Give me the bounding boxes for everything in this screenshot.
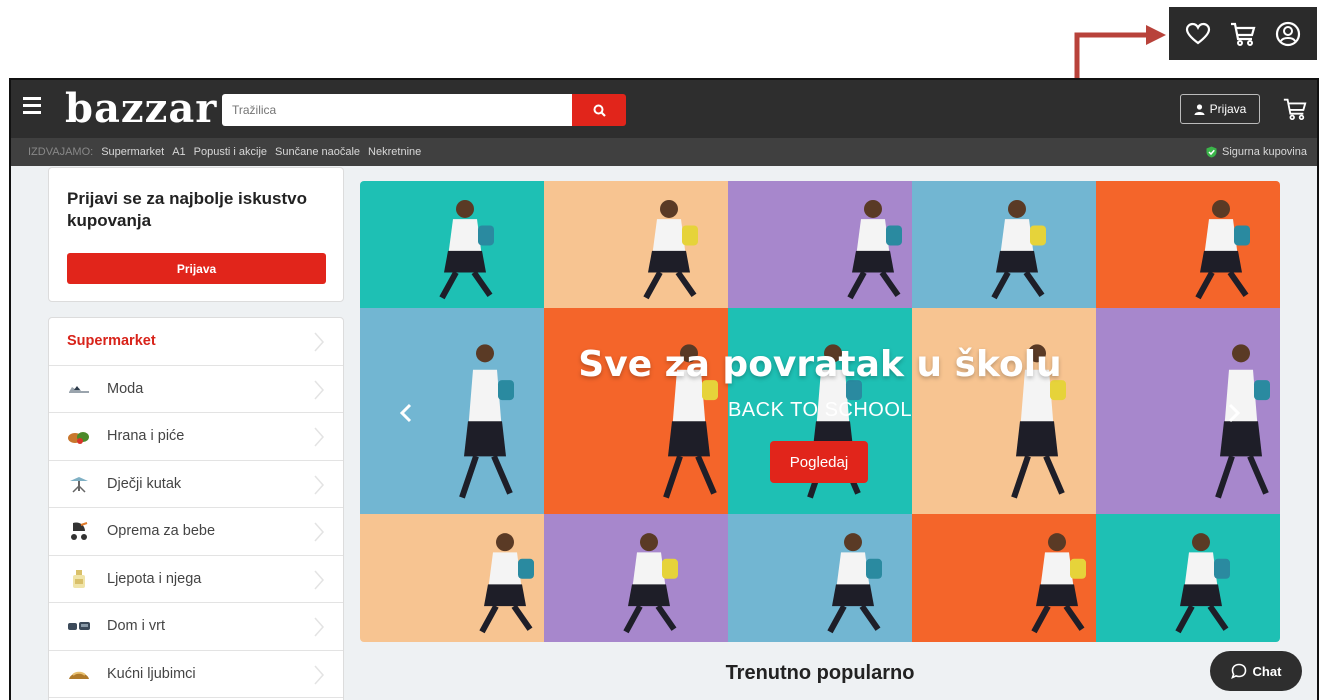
featured-link-discounts[interactable]: Popusti i akcije — [194, 146, 267, 158]
featured-link-a1[interactable]: A1 — [172, 146, 185, 158]
category-label: Hrana i piće — [107, 428, 185, 445]
popular-section-title: Trenutno popularno — [725, 662, 915, 684]
student-silhouette — [828, 181, 918, 313]
stroller-icon — [67, 522, 91, 541]
category-item-ljubimci[interactable]: Kućni ljubimci — [49, 651, 343, 698]
hero-tile — [728, 514, 912, 642]
hero-tile — [728, 181, 912, 308]
featured-links-bar: IZDVAJAMO: Supermarket A1 Popusti i akci… — [11, 138, 1317, 166]
hero-tile — [544, 514, 728, 642]
toy-icon — [67, 475, 91, 493]
hero-subtitle: BACK TO SCHOOL — [727, 399, 913, 421]
student-silhouette — [972, 181, 1062, 313]
search-bar — [222, 94, 626, 126]
header-cart-icon[interactable] — [1282, 96, 1308, 122]
category-list: Supermarket Moda Hrana i piće Dječji kut… — [48, 317, 344, 700]
category-label: Dom i vrt — [107, 618, 165, 635]
chevron-right-icon — [314, 380, 325, 399]
chevron-right-icon — [314, 332, 325, 352]
secure-shopping-badge[interactable]: Sigurna kupovina — [1206, 138, 1307, 166]
featured-link-supermarket[interactable]: Supermarket — [101, 146, 164, 158]
category-item-djecji[interactable]: Dječji kutak — [49, 461, 343, 508]
hero-carousel[interactable]: Sve za povratak u školu BACK TO SCHOOL P… — [360, 181, 1280, 642]
category-item-dom[interactable]: Dom i vrt — [49, 603, 343, 651]
secure-shopping-label: Sigurna kupovina — [1221, 146, 1307, 158]
top-header: bazzar Prijava — [11, 80, 1317, 138]
shoes-icon — [67, 380, 91, 398]
student-silhouette — [624, 181, 714, 313]
chevron-right-icon — [314, 570, 325, 589]
user-circle-icon[interactable] — [1273, 19, 1303, 49]
category-label: Moda — [107, 380, 144, 397]
student-silhouette — [1156, 514, 1246, 642]
chevron-right-icon — [314, 617, 325, 637]
category-item-moda[interactable]: Moda — [49, 366, 343, 413]
header-icons-callout — [1169, 7, 1317, 60]
header-login-label: Prijava — [1209, 102, 1247, 116]
student-silhouette — [808, 514, 898, 642]
hero-tile — [912, 514, 1096, 642]
student-silhouette — [420, 181, 510, 313]
login-promo-title: Prijavi se za najbolje iskustvo kupovanj… — [67, 189, 307, 230]
food-icon — [67, 427, 91, 445]
heart-icon[interactable] — [1183, 19, 1213, 49]
browser-viewport: bazzar Prijava IZDVAJAMO: Supermarket A1… — [9, 78, 1319, 700]
student-silhouette — [604, 514, 694, 642]
hero-tile — [912, 181, 1096, 308]
category-label: Kućni ljubimci — [107, 665, 196, 682]
category-label: Dječji kutak — [107, 475, 182, 492]
cart-icon[interactable] — [1228, 19, 1258, 49]
search-icon — [593, 104, 606, 117]
user-icon — [1194, 103, 1205, 115]
student-silhouette — [1176, 181, 1266, 313]
login-promo-button[interactable]: Prijava — [67, 253, 326, 284]
category-label: Supermarket — [67, 333, 156, 350]
chat-bubble-icon — [1230, 663, 1246, 679]
category-label: Oprema za bebe — [107, 523, 216, 540]
category-item-bebe[interactable]: Oprema za bebe — [49, 508, 343, 556]
search-input[interactable] — [222, 94, 572, 126]
hamburger-menu-icon[interactable] — [23, 97, 41, 115]
featured-label: IZDVAJAMO: — [28, 146, 94, 158]
chat-button[interactable]: Chat — [1210, 651, 1302, 691]
category-item-ljepota[interactable]: Ljepota i njega — [49, 556, 343, 603]
login-promo-card: Prijavi se za najbolje iskustvo kupovanj… — [48, 167, 344, 302]
hero-tile — [1096, 181, 1280, 308]
featured-link-real-estate[interactable]: Nekretnine — [368, 146, 421, 158]
category-item-supermarket[interactable]: Supermarket — [49, 318, 343, 366]
chevron-right-icon — [314, 427, 325, 447]
hero-title: Sve za povratak u školu — [578, 344, 1062, 385]
hero-tile — [544, 181, 728, 308]
hero-tile — [1096, 514, 1280, 642]
furniture-icon — [67, 617, 91, 635]
hero-cta-button[interactable]: Pogledaj — [770, 441, 868, 483]
student-silhouette — [460, 514, 550, 642]
category-item-hrana[interactable]: Hrana i piće — [49, 413, 343, 461]
shield-check-icon — [1206, 146, 1217, 158]
student-silhouette — [1012, 514, 1102, 642]
chat-label: Chat — [1252, 663, 1282, 679]
chevron-right-icon — [314, 475, 325, 494]
featured-link-sunglasses[interactable]: Sunčane naočale — [275, 146, 360, 158]
chevron-right-icon — [314, 665, 325, 684]
search-button[interactable] — [572, 94, 626, 126]
cosmetics-icon — [67, 569, 91, 588]
hero-tile — [360, 181, 544, 308]
site-logo[interactable]: bazzar — [65, 85, 217, 132]
pet-icon — [67, 665, 91, 683]
category-label: Ljepota i njega — [107, 570, 202, 587]
hero-tile — [360, 514, 544, 642]
chevron-right-icon — [314, 522, 325, 542]
header-login-button[interactable]: Prijava — [1180, 94, 1260, 124]
